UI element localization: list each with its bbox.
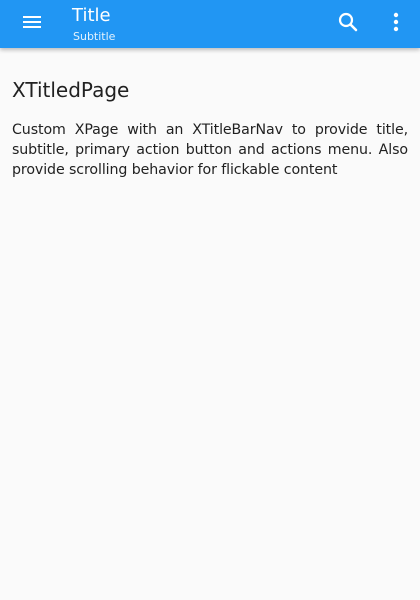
title-block: Title Subtitle bbox=[72, 5, 116, 43]
nav-drawer-button[interactable] bbox=[12, 8, 52, 40]
page-heading: XTitledPage bbox=[12, 78, 130, 102]
search-button[interactable] bbox=[332, 8, 364, 40]
title-bar-subtitle: Subtitle bbox=[73, 30, 116, 43]
title-bar-title: Title bbox=[72, 5, 111, 26]
page-description: Custom XPage with an XTitleBarNav to pro… bbox=[12, 122, 408, 178]
title-bar-nav: Title Subtitle bbox=[0, 0, 420, 48]
actions-menu-button[interactable] bbox=[380, 8, 412, 40]
app-window: Title Subtitle XTitledPage Custom XPage … bbox=[0, 0, 420, 600]
hamburger-menu-icon bbox=[22, 14, 42, 34]
more-vertical-icon bbox=[393, 12, 399, 36]
search-icon bbox=[337, 11, 359, 37]
flickable-content[interactable]: XTitledPage Custom XPage with an XTitleB… bbox=[12, 78, 408, 180]
